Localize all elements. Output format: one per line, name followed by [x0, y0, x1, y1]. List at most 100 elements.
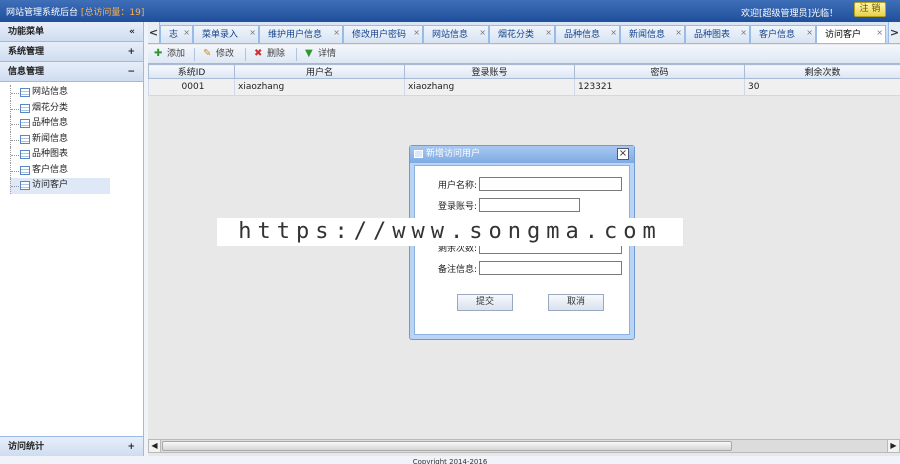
- tree-connector: [10, 178, 20, 194]
- column-header-login[interactable]: 登录账号: [404, 64, 575, 79]
- tab-menu-entry[interactable]: 菜单录入 ×: [193, 23, 259, 43]
- close-icon[interactable]: ×: [333, 23, 340, 42]
- table-icon: [20, 150, 30, 159]
- scroll-right-icon[interactable]: ▶: [887, 440, 899, 452]
- toolbar-divider: [194, 48, 195, 61]
- tab-site-info[interactable]: 网站信息 ×: [423, 23, 489, 43]
- username-field[interactable]: [479, 177, 622, 191]
- tree-connector: [10, 131, 20, 147]
- add-icon: ✚: [154, 48, 163, 59]
- tab-change-password[interactable]: 修改用户密码 ×: [343, 23, 423, 43]
- login-label: 登录账号:: [437, 202, 477, 212]
- section-info[interactable]: 信息管理 −: [0, 62, 143, 82]
- collapse-section-icon[interactable]: −: [127, 62, 135, 82]
- dialog-header[interactable]: 新增访问用户 ×: [410, 146, 634, 163]
- close-icon[interactable]: ×: [675, 23, 682, 42]
- sidebar-item-firework-category[interactable]: 烟花分类: [10, 100, 110, 116]
- tab-log[interactable]: 志 ×: [160, 23, 193, 43]
- sidebar-item-label: 品种信息: [32, 118, 69, 128]
- scroll-thumb[interactable]: [162, 441, 732, 451]
- remark-field[interactable]: [479, 261, 622, 275]
- close-icon[interactable]: ×: [617, 148, 629, 160]
- login-field[interactable]: [479, 198, 580, 212]
- tab-label: 品种图表: [694, 30, 731, 40]
- close-icon[interactable]: ×: [413, 23, 420, 42]
- collapse-icon[interactable]: «: [129, 22, 135, 42]
- delete-label: 删除: [267, 49, 286, 59]
- submit-button[interactable]: 提交: [457, 294, 513, 311]
- horizontal-scrollbar[interactable]: ◀ ▶: [148, 439, 900, 453]
- form-row-remark: 备注信息:: [415, 261, 631, 275]
- tab-maintain-user[interactable]: 维护用户信息 ×: [259, 23, 343, 43]
- sidebar-item-label: 网站信息: [32, 87, 69, 97]
- sidebar-item-label: 新闻信息: [32, 133, 69, 144]
- tab-label: 网站信息: [432, 30, 469, 40]
- sidebar-item-variety-chart[interactable]: 品种图表: [10, 147, 110, 163]
- visit-count: [总访问量：19]: [80, 8, 145, 18]
- arrow-down-icon: ▼: [305, 48, 313, 59]
- pencil-icon: ✎: [203, 48, 212, 59]
- add-label: 添加: [167, 49, 186, 59]
- detail-button[interactable]: ▼ 详情: [305, 48, 336, 61]
- tab-scroll-left-icon[interactable]: <: [148, 22, 160, 43]
- cell-remaining: 30: [744, 78, 900, 96]
- close-icon[interactable]: ×: [545, 23, 552, 42]
- top-bar: 网站管理系统后台 [总访问量：19] 欢迎[超级管理员]光临！ 注 销: [0, 0, 900, 22]
- edit-button[interactable]: ✎ 修改: [203, 48, 234, 61]
- sidebar-item-site-info[interactable]: 网站信息: [10, 85, 110, 101]
- sidebar-item-visit-customer[interactable]: 访问客户: [10, 178, 110, 194]
- close-icon[interactable]: ×: [249, 23, 256, 42]
- logout-button[interactable]: 注 销: [854, 2, 886, 17]
- detail-label: 详情: [318, 49, 337, 59]
- tree-connector: [10, 162, 20, 178]
- column-header-username[interactable]: 用户名: [234, 64, 405, 79]
- app-title-text: 网站管理系统后台: [6, 8, 79, 18]
- table-icon: [20, 119, 30, 128]
- sidebar-item-customer-info[interactable]: 客户信息: [10, 162, 110, 178]
- form-row-username: 用户名称:: [415, 177, 631, 191]
- tab-variety-chart[interactable]: 品种图表 ×: [685, 23, 750, 43]
- add-button[interactable]: ✚ 添加: [154, 48, 185, 61]
- tab-scroll-right-icon[interactable]: >: [888, 22, 900, 43]
- close-icon[interactable]: ×: [479, 23, 486, 42]
- tab-visit-customer[interactable]: 访问客户 ×: [816, 23, 886, 43]
- table-row[interactable]: 0001 xiaozhang xiaozhang 123321 30: [148, 78, 900, 96]
- close-icon[interactable]: ×: [740, 23, 747, 42]
- column-header-id[interactable]: 系统ID: [148, 64, 235, 79]
- close-icon[interactable]: ×: [876, 23, 883, 42]
- edit-label: 修改: [216, 49, 235, 59]
- close-icon[interactable]: ×: [610, 23, 617, 42]
- tab-label: 烟花分类: [498, 30, 535, 40]
- table-icon: [20, 88, 30, 97]
- tab-customer-info[interactable]: 客户信息 ×: [750, 23, 816, 43]
- sidebar-item-news-info[interactable]: 新闻信息: [10, 131, 110, 147]
- expand-icon[interactable]: +: [127, 42, 135, 62]
- scroll-left-icon[interactable]: ◀: [149, 440, 161, 452]
- toolbar-divider: [245, 48, 246, 61]
- copyright: Copyright 2014-2016: [0, 456, 900, 464]
- username-label: 用户名称:: [437, 181, 477, 191]
- sidebar-item-label: 客户信息: [32, 164, 69, 175]
- menu-header: 功能菜单 «: [0, 22, 143, 42]
- close-icon[interactable]: ×: [183, 23, 190, 42]
- column-header-remaining[interactable]: 剩余次数: [744, 64, 900, 79]
- table-icon: [20, 181, 30, 190]
- watermark: https://www.songma.com: [217, 218, 683, 246]
- table-icon: [20, 103, 30, 113]
- cell-id: 0001: [148, 78, 235, 96]
- close-icon[interactable]: ×: [806, 23, 813, 42]
- section-system[interactable]: 系统管理 +: [0, 42, 143, 62]
- expand-icon[interactable]: +: [127, 437, 135, 457]
- column-header-password[interactable]: 密码: [574, 64, 745, 79]
- tab-variety-info[interactable]: 品种信息 ×: [555, 23, 620, 43]
- tree-connector: [10, 100, 20, 116]
- delete-button[interactable]: ✖ 删除: [254, 48, 285, 61]
- sidebar-item-variety-info[interactable]: 品种信息: [10, 116, 110, 132]
- section-visit-stats[interactable]: 访问统计 +: [0, 436, 143, 456]
- tab-label: 菜单录入: [202, 30, 239, 40]
- cell-username: xiaozhang: [234, 78, 405, 96]
- tab-firework-category[interactable]: 烟花分类 ×: [489, 23, 555, 43]
- tree-connector: [10, 85, 20, 101]
- cancel-button[interactable]: 取消: [548, 294, 604, 311]
- tab-news-info[interactable]: 新闻信息 ×: [620, 23, 685, 43]
